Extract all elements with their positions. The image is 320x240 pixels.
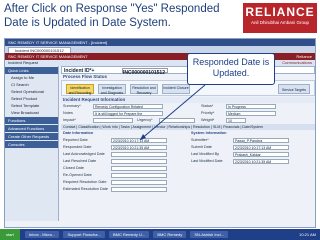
estimated-resolution-date-label: Estimated Resolution Date: [63, 187, 108, 191]
date-section-headers: Date Information System Information: [61, 130, 315, 137]
summary-row: Summary* Remedy Configuration Related St…: [61, 103, 315, 110]
last-modified-by-field[interactable]: Prakash_Kakkar: [233, 152, 289, 157]
header-company: Reliance: [296, 54, 312, 59]
nav-group-advanced-functions[interactable]: Advanced Functions: [5, 125, 58, 132]
header-title: SNC REMEDY IT SERVICE MANAGEMENT: [8, 54, 88, 59]
nav-item-assign-to-me[interactable]: Assign to Me: [5, 74, 58, 81]
last-resolved-date-label: Last Resolved Date: [63, 159, 97, 163]
taskbar-item[interactable]: Support Flowcha...: [63, 231, 105, 238]
subheader-title: Incident Request: [8, 60, 39, 65]
impact-field[interactable]: [93, 118, 133, 123]
submitter-field[interactable]: Pawar_P.Pandrra: [233, 138, 289, 143]
responded-date-callout: Responded Date is Updated.: [187, 53, 275, 85]
reopened-date-field[interactable]: [111, 173, 167, 178]
closed-date-field[interactable]: [111, 166, 167, 171]
date-row: Last Acknowledged Date Last Modified By …: [61, 151, 315, 158]
impact-row: Impact* Urgency* Weight* 10: [61, 117, 315, 124]
last-modified-by-label: Last Modified By: [191, 152, 220, 156]
nav-item-view-broadcast[interactable]: View Broadcast: [5, 109, 58, 116]
date-row: Last Resolved Date Last Modified Date 2/…: [61, 158, 315, 165]
closed-date-label: Closed Date: [63, 166, 84, 170]
responded-date-field[interactable]: 2/23/2010 10:21:35 AM: [111, 145, 167, 150]
required-resolution-date-label: Required Resolution Date: [63, 180, 107, 184]
required-resolution-date-field[interactable]: [111, 180, 167, 185]
nav-group-functions[interactable]: Functions: [5, 117, 58, 124]
taskbar-item[interactable]: SN-Ashish Incl...: [190, 231, 228, 238]
priority-field[interactable]: Medium: [226, 111, 276, 116]
service-targets-button[interactable]: Service Targets: [278, 84, 310, 94]
logo-name: RELIANCE: [245, 5, 315, 19]
process-flow-title: Process Flow Status: [63, 74, 108, 79]
date-row: Re-Opened Date: [61, 172, 315, 179]
date-row: Estimated Resolution Date: [61, 186, 315, 193]
incident-form: Incident ID*+ INC000000101512 Process Fl…: [61, 66, 315, 221]
notes-label: Notes: [63, 111, 73, 115]
responded-date-label: Responded Date: [63, 145, 92, 149]
status-field[interactable]: In Progress: [226, 104, 276, 109]
last-resolved-date-field[interactable]: [111, 159, 167, 164]
incident-id-field[interactable]: INC000000101512: [122, 68, 168, 76]
window-title: SNC REMEDY IT SERVICE MANAGEMENT - [Inci…: [5, 39, 315, 46]
weight-label: Weight*: [201, 118, 215, 122]
windows-taskbar: start Inbox - Micro... Support Flowcha..…: [0, 229, 320, 240]
nav-group-quick-links[interactable]: Quick Links: [5, 67, 58, 74]
flow-step-resolution[interactable]: Resolution and Recovery: [130, 84, 158, 95]
summary-label: Summary*: [63, 104, 81, 108]
submit-date-field[interactable]: 2/23/2010 10:17:13 AM: [233, 145, 289, 150]
priority-label: Priority*: [201, 111, 215, 115]
urgency-field[interactable]: [159, 118, 195, 123]
start-button[interactable]: start: [0, 229, 20, 240]
date-row: Reported Date 2/23/2010 10:17:13 AM Subm…: [61, 137, 315, 144]
system-info-title: System Information: [191, 131, 227, 135]
taskbar-clock: 10:21 AM: [299, 232, 316, 237]
nav-item-ci-search[interactable]: CI Search: [5, 81, 58, 88]
date-row: Closed Date: [61, 165, 315, 172]
taskbar-item[interactable]: BMC Remedy U...: [108, 231, 150, 238]
last-acknowledged-date-field[interactable]: [111, 152, 167, 157]
taskbar-item[interactable]: BMC Remedy: [153, 231, 187, 238]
left-navigation: Quick Links Assign to Me CI Search Selec…: [5, 66, 59, 221]
weight-field[interactable]: 10: [226, 118, 246, 123]
flow-step-closure[interactable]: Incident Closure: [162, 84, 190, 94]
submitter-label: Submitter*: [191, 138, 209, 142]
reopened-date-label: Re-Opened Date: [63, 173, 92, 177]
reliance-logo: RELIANCE Anil Dhirubhai Ambani Group: [243, 3, 317, 33]
last-acknowledged-date-label: Last Acknowledged Date: [63, 152, 105, 156]
nav-group-consoles[interactable]: Consoles: [5, 141, 58, 148]
logo-subtitle: Anil Dhirubhai Ambani Group: [250, 20, 310, 25]
flow-step-identification[interactable]: Identification and Recording: [66, 84, 94, 95]
nav-item-select-operational[interactable]: Select Operational: [5, 88, 58, 95]
tab-bar: Incident INC000000101512: [5, 46, 315, 54]
submit-date-label: Submit Date: [191, 145, 212, 149]
reported-date-field[interactable]: 2/23/2010 10:17:13 AM: [111, 138, 167, 143]
date-row: Responded Date 2/23/2010 10:21:35 AM Sub…: [61, 144, 315, 151]
reported-date-label: Reported Date: [63, 138, 88, 142]
last-modified-date-field[interactable]: 2/23/2010 10:21:35 AM: [233, 159, 289, 164]
taskbar-item[interactable]: Inbox - Micro...: [24, 231, 60, 238]
nav-group-create-other-requests[interactable]: Create Other Requests: [5, 133, 58, 140]
date-row: Required Resolution Date: [61, 179, 315, 186]
estimated-resolution-date-field[interactable]: [111, 187, 167, 192]
impact-label: Impact*: [63, 118, 76, 122]
flow-step-investigation[interactable]: Investigation and Diagnosis: [98, 84, 126, 95]
slide-title: After Click on Response "Yes" Responded …: [4, 3, 220, 29]
urgency-label: Urgency*: [137, 118, 153, 122]
nav-item-select-template[interactable]: Select Template: [5, 102, 58, 109]
notes-field[interactable]: It is still logged for Prepare the: [93, 111, 163, 116]
last-modified-date-label: Last Modified Date: [191, 159, 223, 163]
notes-row: Notes It is still logged for Prepare the…: [61, 110, 315, 117]
status-label: Status*: [201, 104, 214, 108]
nav-item-select-product[interactable]: Select Product: [5, 95, 58, 102]
summary-field[interactable]: Remedy Configuration Related: [93, 104, 163, 109]
date-info-title: Date Information: [63, 131, 94, 135]
